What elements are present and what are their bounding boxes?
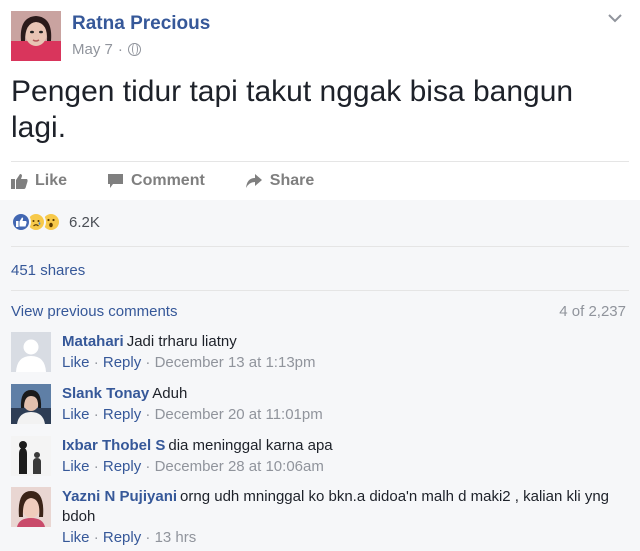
commenter-name[interactable]: Ixbar Thobel S bbox=[62, 437, 165, 454]
comment-actions: Like · Reply · December 28 at 10:06am bbox=[62, 458, 324, 475]
comments-count: 4 of 2,237 bbox=[559, 303, 626, 320]
comment-like-link[interactable]: Like bbox=[62, 529, 90, 546]
chevron-down-icon[interactable] bbox=[608, 10, 622, 27]
share-label: Share bbox=[269, 172, 315, 189]
separator: · bbox=[93, 354, 99, 371]
post-text: Pengen tidur tapi takut nggak bisa bangu… bbox=[11, 75, 574, 144]
commenter-avatar[interactable] bbox=[11, 487, 51, 527]
facebook-post: Ratna Precious May 7 · Pengen tidur tapi… bbox=[0, 0, 640, 551]
divider bbox=[11, 246, 629, 247]
comment-like-link[interactable]: Like bbox=[62, 406, 90, 423]
comment-body: Slank Tonay Aduh bbox=[62, 384, 627, 404]
author-name[interactable]: Ratna Precious bbox=[72, 13, 210, 35]
comment-icon bbox=[108, 174, 124, 188]
comment-button[interactable]: Comment bbox=[107, 172, 205, 190]
separator: · bbox=[93, 458, 99, 475]
comment-like-link[interactable]: Like bbox=[62, 458, 90, 475]
comment-timestamp[interactable]: 13 hrs bbox=[155, 529, 197, 546]
separator: · bbox=[93, 529, 99, 546]
reaction-summary[interactable]: 6.2K bbox=[11, 212, 100, 232]
commenter-name[interactable]: Slank Tonay bbox=[62, 385, 149, 402]
shares-count[interactable]: 451 shares bbox=[11, 262, 85, 279]
commenter-name[interactable]: Yazni N Pujiyani bbox=[62, 488, 177, 505]
post-date[interactable]: May 7 bbox=[72, 41, 113, 58]
comment-actions: Like · Reply · 13 hrs bbox=[62, 529, 196, 546]
reaction-count: 6.2K bbox=[69, 213, 100, 231]
separator: · bbox=[145, 529, 151, 546]
divider bbox=[11, 161, 629, 162]
comment-reply-link[interactable]: Reply bbox=[103, 458, 141, 475]
comment-reply-link[interactable]: Reply bbox=[103, 406, 141, 423]
comment-timestamp[interactable]: December 13 at 1:13pm bbox=[155, 354, 316, 371]
meta-separator: · bbox=[117, 41, 123, 58]
comment-like-link[interactable]: Like bbox=[62, 354, 90, 371]
globe-icon bbox=[127, 43, 141, 56]
like-reaction-icon bbox=[11, 212, 31, 232]
separator: · bbox=[145, 406, 151, 423]
commenter-avatar[interactable] bbox=[11, 384, 51, 424]
separator: · bbox=[145, 458, 151, 475]
comment-body: Yazni N Pujiyani orng udh mninggal ko bkn… bbox=[62, 487, 627, 527]
commenter-name[interactable]: Matahari bbox=[62, 333, 124, 350]
comment-timestamp[interactable]: December 28 at 10:06am bbox=[155, 458, 324, 475]
divider bbox=[11, 290, 629, 291]
comment-actions: Like · Reply · December 13 at 1:13pm bbox=[62, 354, 316, 371]
comment-text: Jadi trharu liatny bbox=[126, 333, 237, 350]
comment-body: Ixbar Thobel Sdia meninggal karna apa bbox=[62, 436, 627, 456]
view-previous-comments-link[interactable]: View previous comments bbox=[11, 303, 177, 320]
comment-timestamp[interactable]: December 20 at 11:01pm bbox=[155, 406, 323, 423]
comment-reply-link[interactable]: Reply bbox=[103, 529, 141, 546]
like-label: Like bbox=[35, 172, 68, 189]
action-bar: Like Comment Share bbox=[11, 166, 354, 196]
like-button[interactable]: Like bbox=[11, 172, 67, 190]
author-avatar[interactable] bbox=[11, 11, 61, 61]
share-button[interactable]: Share bbox=[245, 172, 314, 190]
comment-text: dia meninggal karna apa bbox=[168, 437, 333, 454]
comment-text: Aduh bbox=[152, 385, 188, 402]
separator: · bbox=[93, 406, 99, 423]
post-meta: May 7 · bbox=[72, 41, 141, 58]
comment-actions: Like · Reply · December 20 at 11:01pm bbox=[62, 406, 323, 423]
comment-body: Matahari Jadi trharu liatny bbox=[62, 332, 627, 352]
commenter-avatar[interactable] bbox=[11, 332, 51, 372]
comment-label: Comment bbox=[131, 172, 205, 189]
commenter-avatar[interactable] bbox=[11, 436, 51, 476]
share-arrow-icon bbox=[245, 174, 262, 188]
comment-reply-link[interactable]: Reply bbox=[103, 354, 141, 371]
thumbs-up-icon bbox=[11, 174, 28, 189]
separator: · bbox=[145, 354, 151, 371]
